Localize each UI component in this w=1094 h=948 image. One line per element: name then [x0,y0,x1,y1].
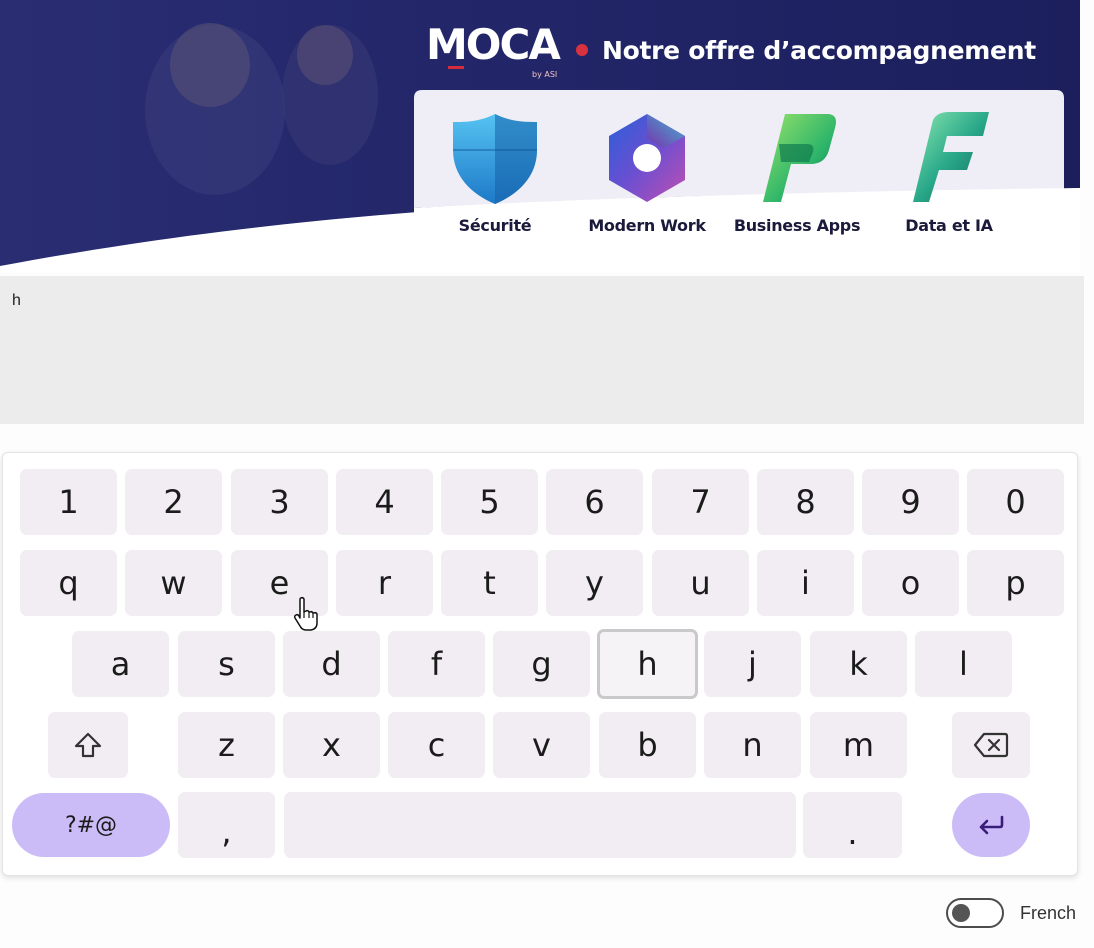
key-h[interactable]: h [597,629,698,699]
toggle-knob [952,904,970,922]
microsoft365-icon [609,114,685,202]
offer-label-securite: Sécurité [458,216,532,235]
onscreen-keyboard-page: MOCA by ASI Notre offre d’accompagnement… [0,0,1094,948]
key-q[interactable]: q [20,550,117,616]
onscreen-keyboard: 1 2 3 4 5 6 7 8 9 0 q w e r t y u i o p … [2,452,1078,876]
enter-icon [979,815,1004,835]
comma-key[interactable]: , [178,792,275,858]
key-t[interactable]: t [441,550,538,616]
key-5[interactable]: 5 [441,469,538,535]
key-n[interactable]: n [704,712,801,778]
key-l[interactable]: l [915,631,1012,697]
offer-data-ia: Data et IA [874,110,1024,235]
logo-by-text: by ASI [532,70,558,79]
key-s[interactable]: s [178,631,275,697]
key-m[interactable]: m [810,712,907,778]
key-g[interactable]: g [493,631,590,697]
offer-business-apps: Business Apps [722,110,872,235]
key-b[interactable]: b [599,712,696,778]
shift-key[interactable] [48,712,128,778]
moca-logo: MOCA by ASI [426,24,561,80]
brand-header: MOCA by ASI Notre offre d’accompagnement [426,24,1036,80]
typed-text: h [12,292,21,309]
key-v[interactable]: v [493,712,590,778]
shift-icon [74,732,102,758]
key-r[interactable]: r [336,550,433,616]
backspace-icon [973,732,1009,758]
key-3[interactable]: 3 [231,469,328,535]
key-x[interactable]: x [283,712,380,778]
key-f[interactable]: f [388,631,485,697]
separator-dot [576,44,588,56]
key-p[interactable]: p [967,550,1064,616]
space-key[interactable] [284,792,796,858]
key-1[interactable]: 1 [20,469,117,535]
key-0[interactable]: 0 [967,469,1064,535]
hand-pointer-icon [293,596,318,631]
offer-label-data-ia: Data et IA [905,216,993,235]
language-toggle[interactable] [946,898,1004,928]
backspace-key[interactable] [952,712,1030,778]
shield-icon [453,114,537,204]
offer-securite: Sécurité [420,110,570,235]
offer-label-modern-work: Modern Work [588,216,706,235]
key-a[interactable]: a [72,631,169,697]
logo-text: MOCA [426,20,561,69]
key-u[interactable]: u [652,550,749,616]
key-d[interactable]: d [283,631,380,697]
symbols-key[interactable]: ?#@ [12,793,170,857]
key-k[interactable]: k [810,631,907,697]
moca-banner: MOCA by ASI Notre offre d’accompagnement… [0,0,1080,272]
period-key[interactable]: . [803,792,902,858]
power-platform-icon [763,114,836,202]
key-j[interactable]: j [704,631,801,697]
fabric-icon [913,112,989,202]
key-4[interactable]: 4 [336,469,433,535]
key-6[interactable]: 6 [546,469,643,535]
offer-label-business-apps: Business Apps [733,216,861,235]
logo-underline [448,66,464,69]
offer-modern-work: Modern Work [572,110,722,235]
banner-tagline: Notre offre d’accompagnement [602,35,1036,65]
key-z[interactable]: z [178,712,275,778]
key-i[interactable]: i [757,550,854,616]
key-2[interactable]: 2 [125,469,222,535]
enter-key[interactable] [952,793,1030,857]
key-7[interactable]: 7 [652,469,749,535]
text-input-area[interactable]: h [0,276,1084,424]
key-9[interactable]: 9 [862,469,959,535]
key-c[interactable]: c [388,712,485,778]
key-8[interactable]: 8 [757,469,854,535]
key-w[interactable]: w [125,550,222,616]
key-o[interactable]: o [862,550,959,616]
language-label: French [1020,903,1077,923]
key-y[interactable]: y [546,550,643,616]
